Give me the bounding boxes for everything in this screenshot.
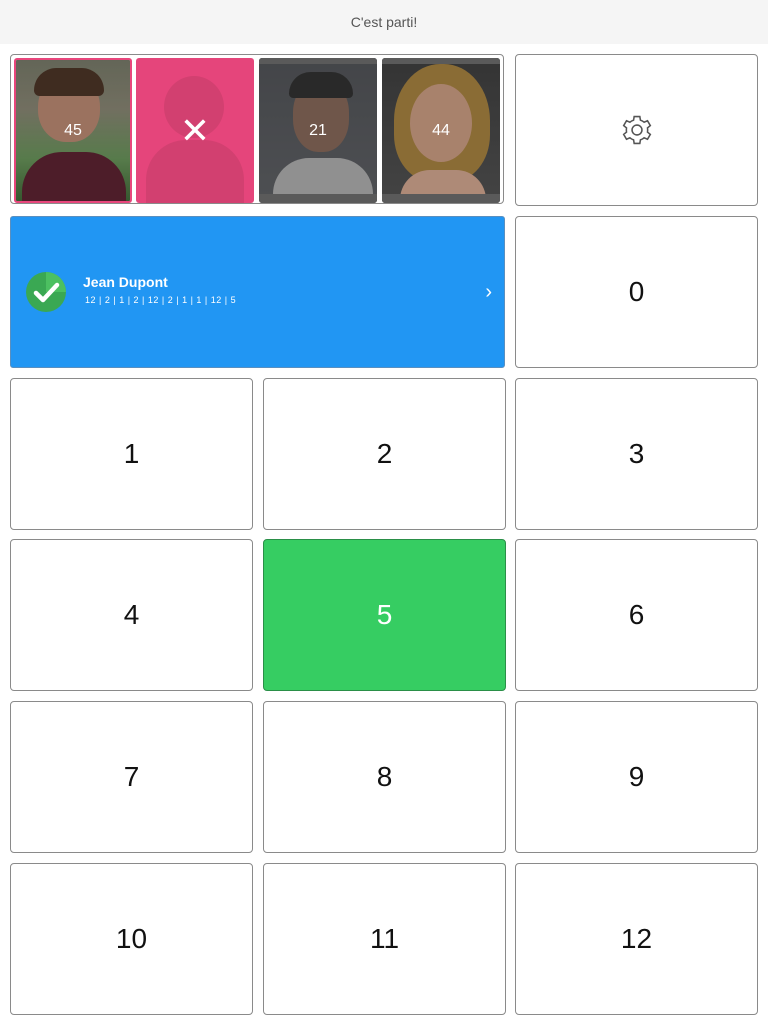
key-3[interactable]: 3: [515, 378, 758, 530]
player-thumb-4[interactable]: 44: [382, 58, 500, 203]
player-number: 21: [309, 121, 327, 139]
close-icon[interactable]: ✕: [136, 58, 254, 203]
key-4[interactable]: 4: [10, 539, 253, 691]
player-scores: 12 | 2 | 1 | 2 | 12 | 2 | 1 | 1 | 12 | 5: [85, 295, 237, 305]
key-8[interactable]: 8: [263, 701, 506, 853]
check-icon: [26, 272, 66, 312]
key-11[interactable]: 11: [263, 863, 506, 1015]
key-2[interactable]: 2: [263, 378, 506, 530]
key-5-selected[interactable]: 5: [263, 539, 506, 691]
player-number: 44: [432, 121, 450, 139]
key-9[interactable]: 9: [515, 701, 758, 853]
gear-icon: [622, 115, 651, 145]
settings-button[interactable]: [515, 54, 758, 206]
page-title: C'est parti!: [350, 14, 418, 30]
key-6[interactable]: 6: [515, 539, 758, 691]
player-number: 45: [64, 121, 82, 139]
players-strip: 45 ✕ 21 44: [10, 54, 504, 204]
key-10[interactable]: 10: [10, 863, 253, 1015]
player-thumb-3[interactable]: 21: [259, 58, 377, 203]
top-bar: C'est parti!: [0, 0, 768, 44]
current-player-card[interactable]: Jean Dupont 12 | 2 | 1 | 2 | 12 | 2 | 1 …: [10, 216, 505, 368]
chevron-right-icon: ›: [485, 281, 492, 303]
player-thumb-1[interactable]: 45: [14, 58, 132, 203]
key-7[interactable]: 7: [10, 701, 253, 853]
key-12[interactable]: 12: [515, 863, 758, 1015]
player-thumb-2[interactable]: ✕: [136, 58, 254, 203]
player-name: Jean Dupont: [83, 274, 168, 290]
key-0[interactable]: 0: [515, 216, 758, 368]
key-1[interactable]: 1: [10, 378, 253, 530]
